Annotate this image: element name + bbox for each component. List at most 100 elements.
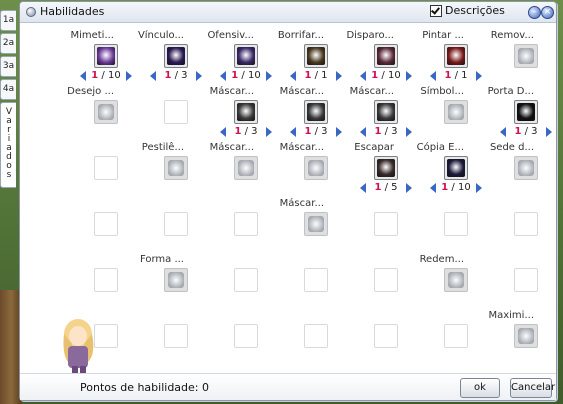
skill-slot[interactable]: Vínculo... 1 / 3 xyxy=(120,26,202,84)
cancel-button[interactable]: Cancelar xyxy=(510,378,555,398)
skill-name: Desejo ... xyxy=(67,86,114,97)
level-display: 1 / 5 xyxy=(368,182,404,193)
skill-icon[interactable] xyxy=(444,156,468,180)
max-level: 10 xyxy=(387,70,401,81)
skill-slot[interactable]: Mimeti... 1 / 10 xyxy=(50,26,132,84)
max-level: 3 xyxy=(321,126,328,137)
window-icon xyxy=(26,7,36,17)
level-display: 1 / 10 xyxy=(88,70,124,81)
max-level: 10 xyxy=(247,70,261,81)
skill-slot[interactable]: Disparo... 1 / 10 xyxy=(330,26,412,84)
decrease-level-arrow-icon[interactable] xyxy=(360,183,366,193)
skill-icon[interactable] xyxy=(94,44,118,68)
skill-slot[interactable]: Sede d... xyxy=(470,138,540,196)
level-separator: / xyxy=(451,70,462,81)
max-level: 1 xyxy=(321,70,328,81)
skill-slot[interactable]: Símbol... xyxy=(400,82,470,140)
skill-icon[interactable] xyxy=(234,100,258,124)
skill-icon-locked[interactable] xyxy=(514,324,538,348)
skill-icon[interactable] xyxy=(304,44,328,68)
empty-slot-icon xyxy=(444,324,468,348)
skill-grid: Mimeti... 1 / 10 Vínculo... 1 / 3 Ofensiv...… xyxy=(50,26,552,356)
skill-name: Pintar ... xyxy=(422,30,464,41)
skill-slot[interactable]: Desejo ... xyxy=(50,82,120,140)
empty-slot-icon xyxy=(94,156,118,180)
skill-slot[interactable]: Ofensiv... 1 / 10 xyxy=(190,26,272,84)
skill-icon-locked[interactable] xyxy=(444,100,468,124)
skill-glyph-icon xyxy=(307,47,325,65)
skill-slot[interactable]: Máscar... 1 / 3 xyxy=(190,82,272,140)
skill-slot[interactable]: Cópia E... 1 / 10 xyxy=(400,138,482,196)
skill-slot xyxy=(190,194,260,252)
level-separator: / xyxy=(238,70,248,81)
skill-slot[interactable]: Máscar... xyxy=(260,194,330,252)
skill-icon[interactable] xyxy=(374,156,398,180)
decrease-level-arrow-icon[interactable] xyxy=(80,71,86,81)
skill-icon-locked[interactable] xyxy=(514,44,538,68)
decrease-level-arrow-icon[interactable] xyxy=(430,71,436,81)
skill-icon[interactable] xyxy=(234,44,258,68)
skills-window: Habilidades Descrições – × Mimeti... 1 / … xyxy=(19,1,557,401)
decrease-level-arrow-icon[interactable] xyxy=(220,71,226,81)
skill-icon[interactable] xyxy=(164,44,188,68)
skill-slot[interactable]: Remov... xyxy=(470,26,540,84)
skill-icon-locked[interactable] xyxy=(304,156,328,180)
level-separator: / xyxy=(381,182,392,193)
locked-glyph-icon xyxy=(168,160,184,176)
skill-icon-locked[interactable] xyxy=(444,268,468,292)
decrease-level-arrow-icon[interactable] xyxy=(360,127,366,137)
skill-icon-locked[interactable] xyxy=(94,100,118,124)
skill-icon[interactable] xyxy=(374,100,398,124)
decrease-level-arrow-icon[interactable] xyxy=(290,71,296,81)
skill-icon[interactable] xyxy=(514,100,538,124)
decrease-level-arrow-icon[interactable] xyxy=(150,71,156,81)
locked-glyph-icon xyxy=(308,160,324,176)
skill-slot[interactable]: Porta D... 1 / 3 xyxy=(470,82,552,140)
skill-slot[interactable]: Pestilê... xyxy=(120,138,190,196)
skill-glyph-icon xyxy=(377,103,395,121)
tab-variados[interactable]: Variados xyxy=(0,102,16,188)
skill-icon[interactable] xyxy=(304,100,328,124)
skill-slot[interactable]: Escapar 1 / 5 xyxy=(330,138,412,196)
max-level: 3 xyxy=(391,126,398,137)
decrease-level-arrow-icon[interactable] xyxy=(220,127,226,137)
skill-icon-locked[interactable] xyxy=(164,156,188,180)
max-level: 3 xyxy=(181,70,188,81)
tab-3a[interactable]: 3a xyxy=(0,56,16,77)
decrease-level-arrow-icon[interactable] xyxy=(430,183,436,193)
skill-slot[interactable]: Máscar... xyxy=(260,138,330,196)
skill-slot[interactable]: Máscar... 1 / 3 xyxy=(260,82,342,140)
skill-glyph-icon xyxy=(237,103,255,121)
skill-slot[interactable]: Maximi... xyxy=(470,306,540,364)
ok-button[interactable]: ok xyxy=(460,378,500,398)
titlebar[interactable]: Habilidades Descrições – × xyxy=(20,2,556,23)
skill-slot[interactable]: Borrifar... 1 / 1 xyxy=(260,26,342,84)
skill-icon-locked[interactable] xyxy=(514,156,538,180)
tab-1a[interactable]: 1a xyxy=(0,10,16,31)
decrease-level-arrow-icon[interactable] xyxy=(500,127,506,137)
descriptions-toggle[interactable]: Descrições xyxy=(430,4,505,17)
skill-icon[interactable] xyxy=(374,44,398,68)
locked-glyph-icon xyxy=(168,272,184,288)
increase-level-arrow-icon[interactable] xyxy=(546,127,552,137)
skill-icon-locked[interactable] xyxy=(304,212,328,236)
empty-slot-icon xyxy=(374,268,398,292)
level-separator: / xyxy=(171,70,182,81)
tab-2a[interactable]: 2a xyxy=(0,33,16,54)
close-button[interactable]: × xyxy=(541,6,554,19)
skill-icon-locked[interactable] xyxy=(164,268,188,292)
tab-4a[interactable]: 4a xyxy=(0,79,16,100)
skill-slot[interactable]: Forma ... xyxy=(120,250,190,308)
minimize-button[interactable]: – xyxy=(528,6,541,19)
skill-slot[interactable]: Máscar... 1 / 3 xyxy=(330,82,412,140)
checkbox-icon[interactable] xyxy=(430,4,442,17)
level-display: 1 / 3 xyxy=(508,126,544,137)
decrease-level-arrow-icon[interactable] xyxy=(290,127,296,137)
skill-slot[interactable]: Redem... xyxy=(400,250,470,308)
skill-slot[interactable]: Máscar... xyxy=(190,138,260,196)
skill-icon[interactable] xyxy=(444,44,468,68)
skill-name: Borrifar... xyxy=(277,30,324,41)
decrease-level-arrow-icon[interactable] xyxy=(360,71,366,81)
skill-slot[interactable]: Pintar ... 1 / 1 xyxy=(400,26,482,84)
skill-icon-locked[interactable] xyxy=(234,156,258,180)
